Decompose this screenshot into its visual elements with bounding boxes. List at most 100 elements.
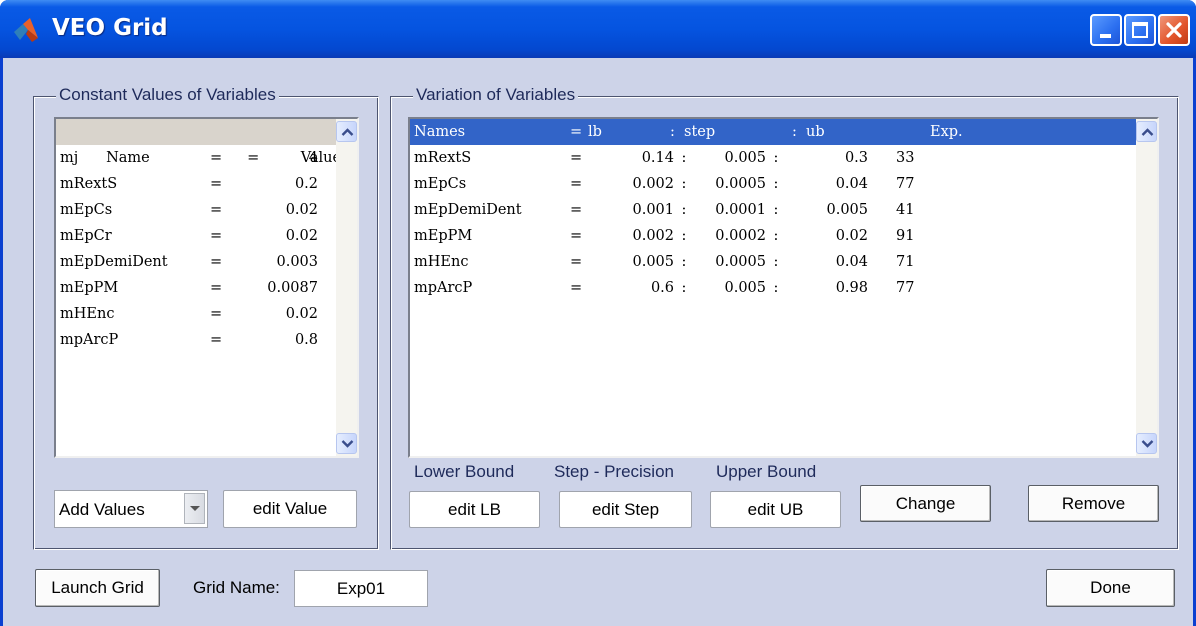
list-item[interactable]: mEpPM = 0.0087: [56, 275, 336, 301]
item-exp: 77: [896, 176, 915, 192]
list-item[interactable]: mRextS = 0.14:0.005:0.3 33: [410, 145, 1136, 171]
veo-grid-window: VEO Grid Constant Values of Variables Na…: [0, 0, 1196, 626]
item-names: mEpPM: [414, 228, 473, 244]
column-header-step: step: [684, 124, 716, 140]
list-item[interactable]: mpArcP = 0.8: [56, 327, 336, 353]
item-step: 0.0002: [715, 228, 766, 244]
item-eq: =: [210, 228, 223, 244]
list-header[interactable]: Name = Value: [56, 119, 341, 166]
list-item[interactable]: mHEnc = 0.005:0.0005:0.04 71: [410, 249, 1136, 275]
change-button[interactable]: Change: [860, 485, 991, 522]
constant-values-listbox[interactable]: Name = Value mj = 4 mRextS = 0.2 mEpCs = 0.02 mE…: [54, 117, 359, 458]
chevron-up-icon: [1141, 128, 1154, 136]
item-sep2: :: [773, 202, 779, 218]
item-lb: 0.005: [632, 254, 674, 270]
chevron-down-icon: [341, 440, 354, 448]
item-eq: =: [210, 254, 223, 270]
item-sep1: :: [681, 150, 687, 166]
close-button[interactable]: [1158, 14, 1190, 46]
item-name: mEpCr: [60, 228, 112, 244]
column-header-names: Names: [414, 124, 466, 140]
list-item[interactable]: mpArcP = 0.6:0.005:0.98 77: [410, 275, 1136, 301]
column-header-lb: lb: [588, 124, 602, 140]
item-sep1: :: [681, 280, 687, 296]
item-sep2: :: [773, 228, 779, 244]
edit-lb-button[interactable]: edit LB: [409, 491, 540, 528]
item-eq: =: [210, 176, 223, 192]
edit-step-button[interactable]: edit Step: [559, 491, 692, 528]
item-sep2: :: [773, 150, 779, 166]
item-step: 0.0001: [715, 202, 766, 218]
item-ub: 0.02: [835, 228, 868, 244]
item-name: mj: [60, 150, 79, 166]
list-item[interactable]: mEpDemiDent = 0.003: [56, 249, 336, 275]
list-item[interactable]: mEpCs = 0.002:0.0005:0.04 77: [410, 171, 1136, 197]
edit-value-button[interactable]: edit Value: [223, 490, 357, 528]
minimize-button[interactable]: [1090, 14, 1122, 46]
grid-name-input[interactable]: Exp01: [294, 570, 428, 607]
constant-values-group-title: Constant Values of Variables: [56, 85, 279, 105]
item-lb: 0.002: [632, 228, 674, 244]
column-header-eq: =: [570, 124, 583, 140]
scroll-up-button[interactable]: [336, 121, 357, 142]
column-header-sep1: :: [670, 124, 675, 140]
variation-scrollbar[interactable]: [1136, 119, 1157, 456]
item-eq: =: [570, 150, 583, 166]
list-item[interactable]: mEpCr = 0.02: [56, 223, 336, 249]
item-step: 0.0005: [715, 176, 766, 192]
item-exp: 77: [896, 280, 915, 296]
variation-group-title: Variation of Variables: [413, 85, 579, 105]
scroll-up-button[interactable]: [1136, 121, 1157, 142]
item-value: 0.8: [294, 332, 318, 348]
chevron-up-icon: [341, 128, 354, 136]
item-exp: 33: [896, 150, 915, 166]
dropdown-arrow[interactable]: [184, 493, 205, 524]
list-item[interactable]: mEpPM = 0.002:0.0002:0.02 91: [410, 223, 1136, 249]
launch-grid-button[interactable]: Launch Grid: [35, 569, 160, 607]
item-value: 0.02: [285, 202, 318, 218]
upper-bound-label: Upper Bound: [716, 462, 817, 481]
item-lb: 0.14: [641, 150, 674, 166]
item-names: mHEnc: [414, 254, 469, 270]
item-names: mRextS: [414, 150, 472, 166]
triangle-down-icon: [190, 506, 200, 511]
edit-ub-button[interactable]: edit UB: [710, 491, 841, 528]
item-sep2: :: [773, 176, 779, 192]
item-sep2: :: [773, 254, 779, 270]
item-sep1: :: [681, 176, 687, 192]
item-eq: =: [210, 150, 223, 166]
list-item[interactable]: mRextS = 0.2: [56, 171, 336, 197]
list-item[interactable]: mj = 4: [56, 145, 336, 171]
minimize-icon: [1100, 34, 1111, 38]
column-header-ub: ub: [806, 124, 825, 140]
title-bar[interactable]: VEO Grid: [0, 0, 1196, 58]
maximize-button[interactable]: [1124, 14, 1156, 46]
list-header[interactable]: Names = lb: step: ub Exp.: [410, 119, 1136, 145]
done-button[interactable]: Done: [1046, 569, 1175, 607]
variation-listbox[interactable]: Names = lb: step: ub Exp. mRextS = 0.14:0.005:0…: [408, 117, 1159, 458]
item-eq: =: [210, 202, 223, 218]
item-eq: =: [210, 306, 223, 322]
list-item[interactable]: mHEnc = 0.02: [56, 301, 336, 327]
matlab-logo-icon: [14, 18, 38, 42]
item-exp: 71: [896, 254, 915, 270]
add-values-select[interactable]: Add Values: [54, 490, 208, 528]
item-ub: 0.98: [835, 280, 868, 296]
list-item[interactable]: mEpCs = 0.02: [56, 197, 336, 223]
item-names: mpArcP: [414, 280, 473, 296]
item-eq: =: [210, 280, 223, 296]
scroll-down-button[interactable]: [336, 433, 357, 454]
step-precision-label: Step - Precision: [554, 462, 674, 481]
item-ub: 0.3: [844, 150, 868, 166]
add-values-select-value: Add Values: [59, 500, 145, 519]
item-exp: 41: [896, 202, 915, 218]
column-header-exp: Exp.: [930, 124, 963, 140]
list-item[interactable]: mEpDemiDent = 0.001:0.0001:0.005 41: [410, 197, 1136, 223]
chevron-down-icon: [1141, 440, 1154, 448]
remove-button[interactable]: Remove: [1028, 485, 1159, 522]
item-ub: 0.04: [835, 254, 868, 270]
item-lb: 0.6: [650, 280, 674, 296]
item-eq: =: [570, 280, 583, 296]
scroll-down-button[interactable]: [1136, 433, 1157, 454]
constant-values-scrollbar[interactable]: [336, 119, 357, 456]
